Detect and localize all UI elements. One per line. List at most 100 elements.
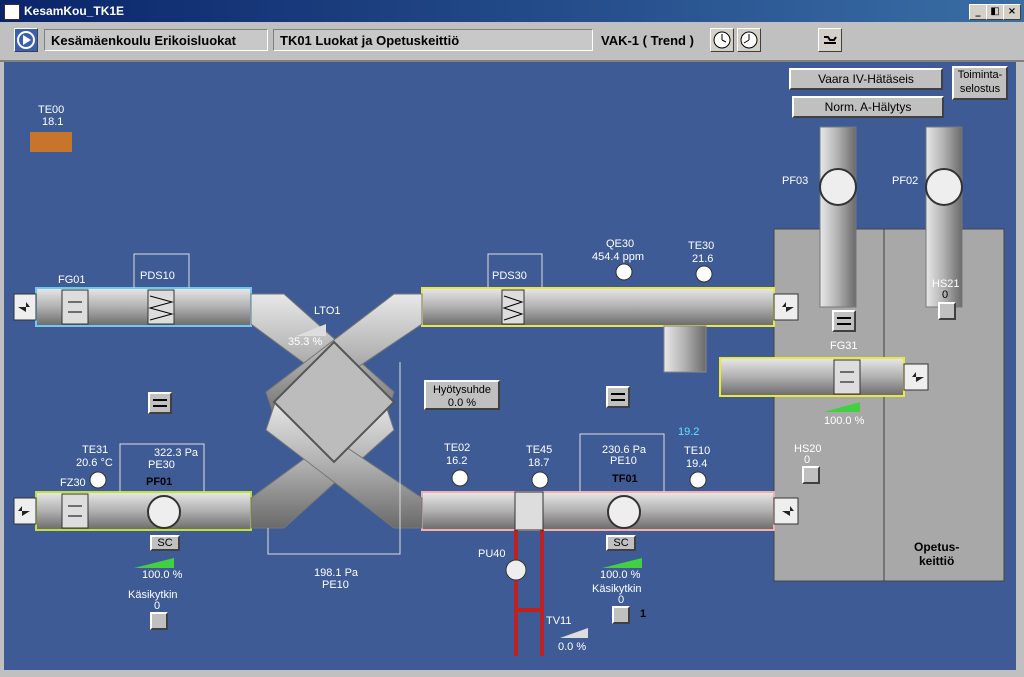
qe30-tag: QE30 [606, 238, 635, 250]
heating-coil [514, 491, 544, 531]
room-label: Opetus- keittiö [914, 540, 960, 568]
pe10b-value: 198.1 Pa [314, 567, 359, 579]
tv11-bar [560, 628, 588, 638]
wrench-button-center[interactable] [606, 386, 630, 408]
room-kitchen [773, 228, 1005, 582]
tv11-tag: TV11 [546, 615, 572, 627]
extract-branch [663, 325, 707, 373]
kasi1-label: Käsikytkin [128, 589, 178, 601]
te00-value: 18.1 [42, 116, 64, 128]
heating-pipe-bypass [514, 608, 544, 612]
site-name: Kesämäenkoulu Erikoisluokat [44, 29, 268, 51]
pf01-tag: PF01 [146, 476, 173, 488]
tf01-speed: 100.0 % [600, 569, 641, 581]
window-title: KesamKou_TK1E [24, 4, 125, 18]
description-button[interactable]: Toiminta- selostus [952, 66, 1008, 100]
sensor-te45[interactable] [531, 471, 549, 489]
te10-value: 19.4 [686, 458, 708, 470]
efficiency-value: 0.0 % [447, 397, 477, 409]
wrench-icon[interactable] [818, 28, 842, 52]
qe30-value: 454.4 ppm [592, 251, 644, 263]
tf01-speed-bar [602, 558, 642, 568]
fan-pf01[interactable] [147, 495, 181, 529]
unit-name: VAK-1 ( Trend ) [601, 33, 694, 48]
pe10a-tag: PE10 [610, 455, 637, 467]
kasi2-value: 0 [618, 594, 625, 606]
te00-tag: TE00 [38, 104, 65, 116]
hs20-value: 0 [804, 454, 811, 466]
supply-duct [421, 491, 775, 531]
pds10-tag: PDS10 [140, 270, 175, 282]
te30-tag: TE30 [688, 240, 715, 252]
te31-value: 20.6 °C [76, 457, 113, 469]
kasi1-value: 0 [154, 600, 161, 612]
wrench-button-left[interactable] [148, 392, 172, 414]
efficiency-label: Hyötysuhde [432, 384, 492, 396]
te31-tag: TE31 [82, 444, 109, 456]
sensor-te02[interactable] [451, 469, 469, 487]
sensor-qe30[interactable] [615, 263, 633, 281]
switch-icon-hs21[interactable] [938, 302, 956, 320]
pf01-speed: 100.0 % [142, 569, 183, 581]
tv11-value: 0.0 % [558, 641, 587, 653]
kitchen-extract-duct [719, 357, 905, 397]
fg01-tag: FG01 [58, 274, 86, 286]
wrench-button-right[interactable] [832, 310, 856, 332]
minimize-button[interactable]: _ [969, 4, 987, 20]
damper-fz30 [61, 493, 89, 529]
navigate-icon[interactable] [14, 28, 38, 52]
filter-fg31 [833, 359, 861, 395]
te02-tag: TE02 [444, 442, 471, 454]
roof-fan-pf03 [819, 126, 857, 308]
te10-tag: TE10 [684, 445, 711, 457]
hs21-value: 0 [942, 289, 949, 301]
fz30-tag: FZ30 [60, 477, 86, 489]
pds30-tag: PDS30 [492, 270, 527, 282]
pe30-tag: PE30 [148, 459, 175, 471]
sensor-te31[interactable] [89, 471, 107, 489]
te10-setpoint: 19.2 [678, 426, 700, 438]
pe30-value: 322.3 Pa [154, 447, 199, 459]
emergency-stop-button[interactable]: Vaara IV-Hätäseis [789, 68, 943, 90]
pump-state: 1 [640, 608, 647, 620]
pf01-speed-bar [134, 558, 174, 568]
extract-filter [501, 289, 525, 325]
heating-pipe-right [540, 530, 544, 656]
te30-value: 21.6 [692, 253, 714, 265]
pu40-tag: PU40 [478, 548, 506, 560]
app-icon [4, 4, 20, 20]
fan-tf01[interactable] [607, 495, 641, 529]
kasi2-label: Käsikytkin [592, 583, 642, 595]
te45-tag: TE45 [526, 444, 553, 456]
te02-value: 16.2 [446, 455, 468, 467]
sensor-te10[interactable] [689, 471, 707, 489]
close-button[interactable]: × [1003, 4, 1021, 20]
pump-pu40[interactable] [505, 559, 527, 581]
outdoor-wall-icon [30, 132, 72, 152]
sensor-te30[interactable] [695, 265, 713, 283]
pe10b-tag: PE10 [322, 579, 349, 591]
restore-button[interactable]: ◧ [986, 4, 1004, 20]
tf01-tag: TF01 [612, 473, 638, 485]
lto1-value: 35.3 % [288, 336, 323, 348]
switch-icon-kasi2[interactable] [612, 606, 630, 624]
tf01-sc-button[interactable]: SC [606, 535, 636, 551]
lto1-tag: LTO1 [314, 305, 341, 317]
filter-fg01 [61, 289, 89, 325]
process-canvas: TE00 18.1 FG01 PDS10 PDS30 LTO1 35.3 % Q… [4, 62, 1016, 670]
window-title-bar: KesamKou_TK1E _ ◧ × [0, 0, 1024, 22]
extract-duct [421, 287, 775, 327]
efficiency-box: Hyötysuhde 0.0 % [424, 380, 500, 410]
toolbar: Kesämäenkoulu Erikoisluokat TK01 Luokat … [0, 22, 1024, 62]
te45-value: 18.7 [528, 457, 550, 469]
area-name: TK01 Luokat ja Opetuskeittiö [273, 29, 593, 51]
normal-alarm-button[interactable]: Norm. A-Hälytys [792, 96, 944, 118]
pf03-tag: PF03 [782, 175, 809, 187]
switch-icon-kasi1[interactable] [150, 612, 168, 630]
pf01-sc-button[interactable]: SC [150, 535, 180, 551]
schedule-icon[interactable] [737, 28, 761, 52]
pf02-tag: PF02 [892, 175, 919, 187]
switch-icon-hs20[interactable] [802, 466, 820, 484]
clock-icon[interactable] [710, 28, 734, 52]
fg31-tag: FG31 [830, 340, 858, 352]
